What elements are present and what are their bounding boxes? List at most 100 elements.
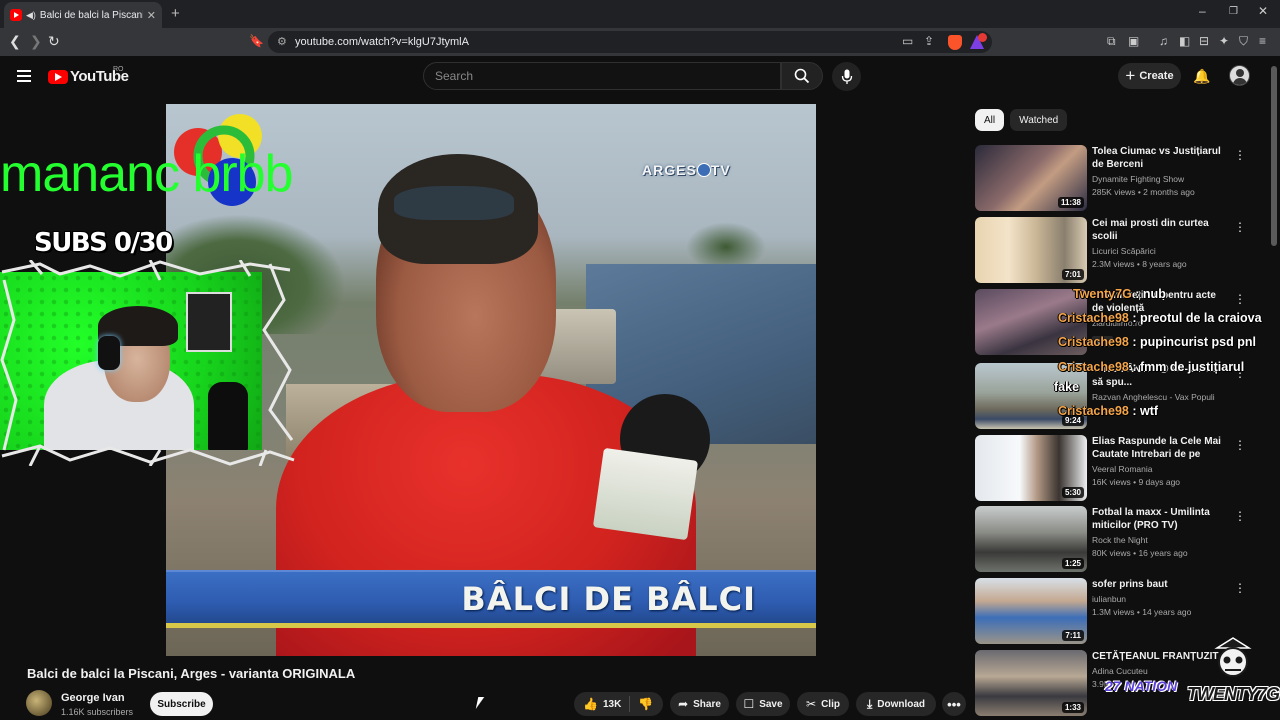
video-thumbnail[interactable]: 5:30: [975, 435, 1087, 501]
list-item[interactable]: 7:11 sofer prins baut iulianbun 1.3M vie…: [975, 578, 1246, 644]
extensions-icon[interactable]: ⧉: [1107, 34, 1116, 49]
chat-user: Cristache98: [1058, 404, 1129, 418]
headset-icon: [98, 336, 120, 370]
webcam-mic: [208, 382, 248, 450]
tabs-icon[interactable]: ⊟: [1199, 34, 1209, 48]
scene-mic-flag: [592, 447, 699, 541]
item-channel[interactable]: Veeral Romania: [1092, 464, 1228, 474]
vpn-icon[interactable]: ⛉: [1239, 34, 1248, 49]
page-scrollbar[interactable]: [1271, 60, 1277, 720]
list-item[interactable]: 5:30 Elias Raspunde la Cele Mai Cautate …: [975, 435, 1246, 501]
guide-menu-icon[interactable]: [17, 70, 31, 82]
share-page-icon[interactable]: ⇪: [924, 34, 934, 48]
scrollbar-thumb[interactable]: [1271, 66, 1277, 246]
sidebar-toggle-icon[interactable]: ◧: [1179, 34, 1190, 48]
more-vertical-icon[interactable]: ⋮: [1234, 220, 1246, 234]
streamer-webcam: [0, 272, 262, 450]
more-vertical-icon[interactable]: ⋮: [1234, 148, 1246, 162]
video-thumbnail[interactable]: 7:01: [975, 217, 1087, 283]
forward-icon[interactable]: ❯: [30, 33, 42, 50]
wallet-icon[interactable]: ▣: [1128, 34, 1139, 48]
menu-icon[interactable]: ≡: [1259, 34, 1266, 48]
item-title[interactable]: sofer prins baut: [1092, 578, 1228, 591]
item-channel[interactable]: Rock the Night: [1092, 535, 1228, 545]
chat-user: Cristache98: [1058, 360, 1129, 374]
reload-icon[interactable]: ↻: [48, 33, 60, 50]
account-avatar[interactable]: [1229, 65, 1250, 86]
item-title[interactable]: Fotbal la maxx - Umilinta miticilor (PRO…: [1092, 506, 1228, 532]
list-item[interactable]: 11:38 Tolea Ciumac vs Justițiarul de Ber…: [975, 145, 1246, 211]
voice-search-button[interactable]: [832, 62, 861, 91]
chat-text: : wtf: [1128, 404, 1159, 418]
maximize-button[interactable]: ❐: [1229, 6, 1238, 17]
video-thumbnail[interactable]: 1:33: [975, 650, 1087, 716]
save-button[interactable]: ☐ Save: [736, 692, 790, 716]
item-title[interactable]: Tolea Ciumac vs Justițiarul de Berceni: [1092, 145, 1228, 171]
back-icon[interactable]: ❮: [9, 33, 21, 50]
chip-watched[interactable]: Watched: [1010, 109, 1068, 131]
browser-tab[interactable]: ◀) Balci de balci la Piscani, Arge ✕: [4, 2, 162, 28]
chat-message: Cristache98 : preotul de la craiova: [1058, 311, 1262, 325]
search-icon: [794, 68, 810, 84]
cast-icon[interactable]: ▭: [902, 34, 913, 48]
station-globe-icon: [696, 163, 711, 177]
brave-shields-icon[interactable]: [948, 35, 962, 50]
webcam-poster: [186, 292, 232, 352]
item-channel[interactable]: iulianbun: [1092, 594, 1228, 604]
item-title[interactable]: Cei mai prosti din curtea scolii: [1092, 217, 1228, 243]
youtube-logo[interactable]: YouTube RO: [48, 66, 129, 85]
list-item[interactable]: 7:01 Cei mai prosti din curtea scolii Li…: [975, 217, 1246, 283]
subscriber-count: 1.16K subscribers: [61, 707, 134, 717]
channel-name[interactable]: George Ivan: [61, 692, 125, 704]
create-button[interactable]: + Create: [1118, 63, 1181, 89]
more-vertical-icon[interactable]: ⋮: [1234, 509, 1246, 523]
address-bar-row: ❮ ❯ ↻ ⚙ youtube.com/watch?v=klgU7JtymlA: [0, 28, 1280, 56]
notifications-bell-icon[interactable]: 🔔: [1193, 68, 1210, 85]
item-views: 2.3M views • 8 years ago: [1092, 259, 1187, 269]
close-window-button[interactable]: ✕: [1258, 4, 1268, 18]
chat-message: Twenty7G : nub: [1073, 287, 1166, 301]
item-channel[interactable]: Razvan Anghelescu - Vax Populi: [1092, 392, 1228, 402]
item-channel[interactable]: Dynamite Fighting Show: [1092, 174, 1228, 184]
minimize-button[interactable]: –: [1199, 4, 1206, 18]
more-vertical-icon[interactable]: ⋮: [1234, 292, 1246, 306]
clip-button[interactable]: ✂ Clip: [797, 692, 849, 716]
chat-message: Cristache98 : fmm de justițiarul: [1058, 360, 1244, 374]
download-button[interactable]: ⤓ Download: [856, 692, 936, 716]
chat-text: : nub: [1131, 287, 1166, 301]
video-thumbnail[interactable]: 1:25: [975, 506, 1087, 572]
leo-ai-icon[interactable]: ✦: [1219, 34, 1229, 48]
new-tab-button[interactable]: +: [171, 5, 180, 22]
channel-avatar[interactable]: [26, 690, 52, 716]
like-button[interactable]: 👍 13K: [574, 696, 631, 712]
item-meta: Cei mai prosti din curtea scolii Licuric…: [1092, 217, 1228, 269]
like-count: 13K: [602, 698, 622, 710]
chat-text: fake: [1054, 380, 1080, 394]
item-title[interactable]: Elias Raspunde la Cele Mai Cautate Intre…: [1092, 435, 1228, 461]
speaker-icon[interactable]: ◀): [26, 10, 36, 21]
chip-all[interactable]: All: [975, 109, 1005, 131]
lower-third-banner: BÂLCI DE BÂLCI: [166, 570, 816, 628]
url-bar[interactable]: ⚙ youtube.com/watch?v=klgU7JtymlA: [268, 31, 992, 53]
thumbs-down-icon: 👎: [638, 697, 654, 711]
chat-text: : fmm de justițiarul: [1128, 360, 1245, 374]
search-button[interactable]: [781, 62, 823, 90]
share-button[interactable]: ➦ Share: [670, 692, 729, 716]
dislike-button[interactable]: 👎: [630, 697, 661, 711]
share-icon: ➦: [678, 697, 689, 711]
list-item[interactable]: 1:25 Fotbal la maxx - Umilinta miticilor…: [975, 506, 1246, 572]
music-icon[interactable]: ♫: [1159, 34, 1168, 48]
video-thumbnail[interactable]: 7:11: [975, 578, 1087, 644]
more-actions-button[interactable]: •••: [942, 692, 966, 716]
close-tab-icon[interactable]: ✕: [147, 9, 156, 22]
save-playlist-icon: ☐: [743, 697, 755, 711]
item-channel[interactable]: Licurici Scăpărici: [1092, 246, 1228, 256]
site-settings-icon[interactable]: ⚙: [277, 35, 287, 48]
more-vertical-icon[interactable]: ⋮: [1234, 438, 1246, 452]
search-input[interactable]: [424, 63, 780, 89]
chat-text: : pupincurist psd pnl: [1128, 335, 1256, 349]
bookmark-icon[interactable]: 🔖: [249, 34, 264, 48]
video-thumbnail[interactable]: 11:38: [975, 145, 1087, 211]
subscribe-button[interactable]: Subscribe: [150, 692, 213, 716]
more-vertical-icon[interactable]: ⋮: [1234, 581, 1246, 595]
